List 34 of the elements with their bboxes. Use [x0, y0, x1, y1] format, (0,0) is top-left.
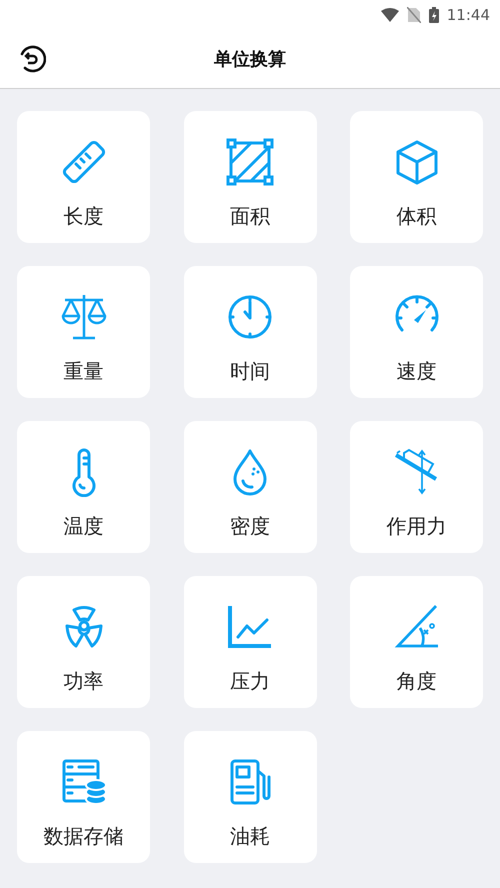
tile-label: 长度	[64, 203, 104, 230]
tile-label: 角度	[396, 668, 436, 695]
no-sim-icon	[406, 7, 421, 23]
converter-tile[interactable]: 角度	[350, 576, 483, 708]
tile-label: 数据存储	[44, 823, 124, 850]
converter-tile[interactable]: 长度	[17, 111, 150, 243]
tile-label: 速度	[396, 358, 436, 385]
tile-label: 密度	[230, 513, 270, 540]
battery-charging-icon	[428, 7, 439, 23]
converter-tile[interactable]: 温度	[17, 421, 150, 553]
converter-tile[interactable]: 数据存储	[17, 731, 150, 863]
tile-label: 作用力	[386, 513, 446, 540]
page-title: 单位换算	[214, 48, 286, 71]
converter-tile[interactable]: 重量	[17, 266, 150, 398]
tile-label: 压力	[230, 668, 270, 695]
tile-label: 时间	[230, 358, 270, 385]
converter-tile[interactable]: 作用力	[350, 421, 483, 553]
tile-label: 面积	[230, 203, 270, 230]
converter-tile[interactable]: 体积	[350, 111, 483, 243]
tile-label: 油耗	[230, 823, 270, 850]
tile-label: 温度	[64, 513, 104, 540]
converter-tile[interactable]: 面积	[184, 111, 316, 243]
tile-label: 功率	[64, 668, 104, 695]
converter-tile[interactable]: 速度	[350, 266, 483, 398]
tile-label: 重量	[64, 358, 104, 385]
wifi-icon	[380, 8, 399, 22]
tile-label: 体积	[396, 203, 436, 230]
converter-tile[interactable]: 时间	[184, 266, 316, 398]
converter-tile[interactable]: 功率	[17, 576, 150, 708]
converter-tile[interactable]: 密度	[184, 421, 316, 553]
converter-tile[interactable]: 油耗	[184, 731, 316, 863]
clock-time: 11:44	[446, 6, 490, 24]
converter-tile[interactable]: 压力	[184, 576, 316, 708]
hatched-square-icon	[225, 137, 275, 187]
